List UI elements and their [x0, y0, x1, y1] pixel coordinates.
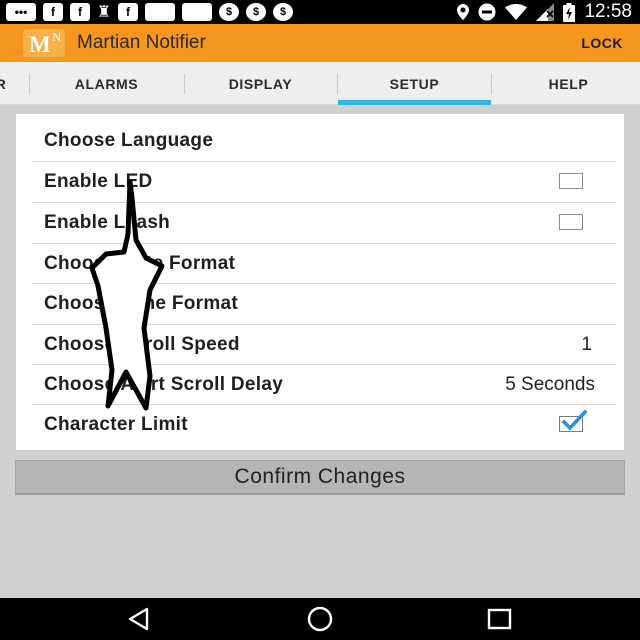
status-bar-notifications: ••• f f ♜ f $ $ $: [6, 3, 293, 21]
dollar-icon: $: [273, 3, 293, 21]
character-limit-checkbox[interactable]: [559, 410, 587, 432]
chat-icon: •••: [6, 3, 36, 21]
tab-partial[interactable]: R: [0, 62, 8, 105]
tab-setup[interactable]: SETUP: [338, 62, 491, 105]
setting-label: Choose Time Format: [44, 293, 239, 314]
setting-row-scroll-speed[interactable]: Choose Scroll Speed 1: [16, 325, 624, 365]
signal-icon: [536, 3, 555, 21]
facebook-icon: f: [118, 3, 138, 21]
setting-label: Choose Date Format: [44, 253, 236, 274]
lock-button[interactable]: LOCK: [581, 35, 623, 51]
setting-label: Enable LED: [44, 171, 153, 192]
alert-scroll-delay-value: 5 Seconds: [505, 374, 595, 395]
tab-alarms[interactable]: ALARMS: [30, 62, 183, 105]
enable-leash-checkbox[interactable]: [559, 214, 583, 230]
scroll-speed-value: 1: [581, 334, 592, 355]
enable-led-checkbox[interactable]: [559, 173, 583, 189]
recent-apps-icon[interactable]: [479, 604, 519, 634]
setting-row-language[interactable]: Choose Language: [16, 114, 624, 161]
status-bar-system: 12:58: [457, 1, 632, 22]
tab-help[interactable]: HELP: [492, 62, 640, 105]
status-time: 12:58: [584, 1, 632, 22]
settings-list: Choose Language Enable LED Enable Leash …: [16, 114, 624, 450]
location-icon: [457, 4, 470, 20]
app-bar: M N Martian Notifier LOCK: [0, 24, 640, 62]
tab-bar: R ALARMS DISPLAY SETUP HELP: [0, 62, 640, 105]
setting-row-enable-leash[interactable]: Enable Leash: [16, 203, 624, 243]
app-logo-letter: M: [29, 32, 51, 57]
setting-label: Choose Scroll Speed: [44, 334, 240, 355]
facebook-icon: f: [43, 3, 63, 21]
notification-icon: [182, 3, 212, 21]
wifi-icon: [505, 4, 528, 20]
navigation-bar: [0, 598, 640, 640]
app-title: Martian Notifier: [77, 32, 206, 53]
setting-label: Enable Leash: [44, 212, 171, 233]
tab-selected-indicator: [338, 100, 491, 105]
dollar-icon: $: [246, 3, 266, 21]
setting-row-enable-led[interactable]: Enable LED: [16, 162, 624, 202]
dollar-icon: $: [219, 3, 239, 21]
notification-icon: [145, 3, 175, 21]
confirm-changes-button[interactable]: Confirm Changes: [15, 460, 625, 495]
home-icon[interactable]: [300, 604, 340, 634]
facebook-icon: f: [70, 3, 90, 21]
checkmark-icon: [561, 410, 587, 431]
setting-row-time-format[interactable]: Choose Time Format: [16, 284, 624, 324]
setting-row-character-limit[interactable]: Character Limit: [16, 405, 624, 450]
tab-display[interactable]: DISPLAY: [184, 62, 337, 105]
app-logo: M N: [23, 29, 65, 57]
back-icon[interactable]: [121, 604, 161, 634]
status-bar: ••• f f ♜ f $ $ $ 12:58: [0, 0, 640, 24]
battery-charging-icon: [563, 2, 576, 22]
setting-label: Choose Alert Scroll Delay: [44, 374, 284, 395]
setting-row-date-format[interactable]: Choose Date Format: [16, 244, 624, 284]
do-not-disturb-icon: [478, 3, 496, 21]
app-logo-sup: N: [52, 30, 61, 44]
setting-row-alert-scroll-delay[interactable]: Choose Alert Scroll Delay 5 Seconds: [16, 365, 624, 405]
setting-label: Choose Language: [44, 130, 214, 151]
setting-label: Character Limit: [44, 414, 188, 435]
keyhole-icon: ♜: [96, 4, 112, 21]
